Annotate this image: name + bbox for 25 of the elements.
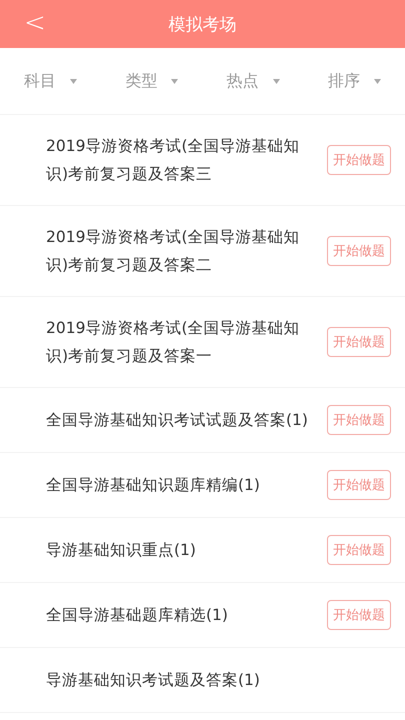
exam-title[interactable]: 2019导游资格考试(全国导游基础知识)考前复习题及答案三 [46, 132, 311, 188]
exam-title[interactable]: 全国导游基础题库精选(1) [46, 601, 228, 629]
exam-title[interactable]: 导游基础知识考试题及答案(1) [46, 666, 260, 694]
filter-dropdown[interactable]: 类型 [101, 70, 202, 92]
filter-dropdown[interactable]: 热点 [202, 70, 304, 92]
caret-icon [171, 78, 178, 84]
start-button[interactable]: 开始做题 [327, 535, 391, 565]
back-button[interactable]: < [18, 8, 52, 38]
caret-icon [70, 78, 78, 84]
filter-dropdown[interactable]: 排序 [304, 70, 405, 92]
exam-title[interactable]: 全国导游基础知识题库精编(1) [46, 471, 260, 499]
start-button[interactable]: 开始做题 [327, 327, 391, 357]
exam-title[interactable]: 导游基础知识重点(1) [46, 536, 196, 564]
start-button[interactable]: 开始做题 [327, 600, 391, 630]
exam-title[interactable]: 全国导游基础知识考试试题及答案(1) [46, 406, 308, 434]
caret-icon [272, 78, 280, 84]
start-button[interactable]: 开始做题 [327, 405, 391, 435]
exam-title[interactable]: 2019导游资格考试(全国导游基础知识)考前复习题及答案二 [46, 223, 311, 279]
page-title: 模拟考场 [168, 14, 236, 36]
start-button[interactable]: 开始做题 [327, 236, 391, 266]
start-button[interactable]: 开始做题 [327, 470, 391, 500]
exam-title[interactable]: 2019导游资格考试(全国导游基础知识)考前复习题及答案一 [46, 314, 311, 370]
filter-dropdown[interactable]: 科目 [0, 70, 102, 92]
start-button[interactable]: 开始做题 [327, 145, 391, 175]
caret-icon [374, 78, 381, 84]
